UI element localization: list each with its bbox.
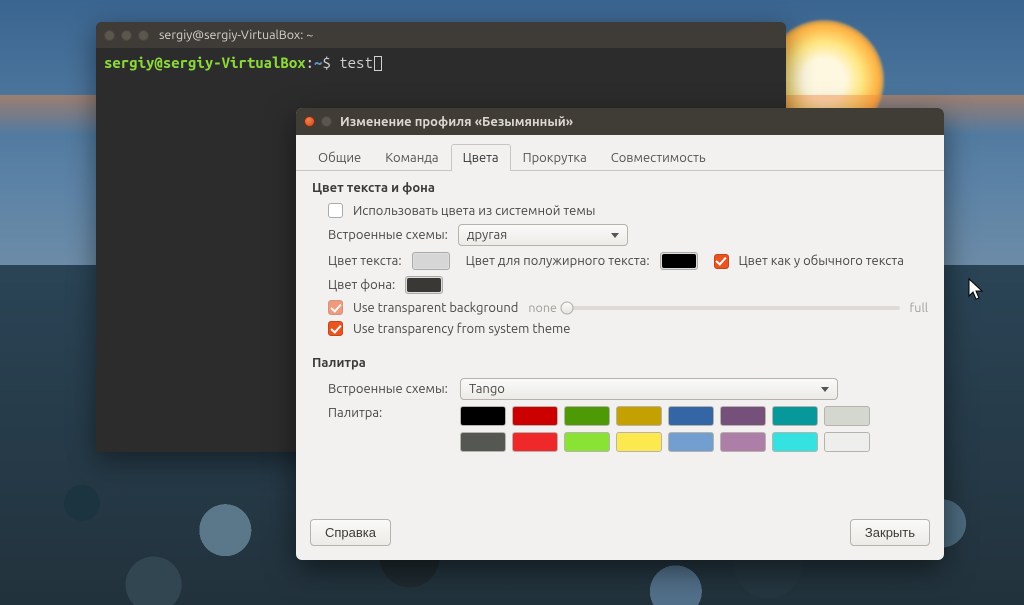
palette-schemes-label: Встроенные схемы: (328, 382, 450, 396)
tab-scrolling[interactable]: Прокрутка (511, 144, 599, 171)
prompt-host: sergiy-VirtualBox (163, 54, 306, 71)
bold-color-swatch[interactable] (660, 252, 698, 270)
palette-color[interactable] (772, 406, 818, 426)
palette-color[interactable] (616, 432, 662, 452)
use-trans-bg-checkbox (328, 300, 343, 315)
help-button[interactable]: Справка (310, 519, 391, 546)
use-trans-system-checkbox[interactable] (328, 321, 343, 336)
cursor-pointer-icon (968, 278, 986, 302)
text-color-label: Цвет текста: (328, 254, 402, 268)
text-bg-section: Цвет текста и фона Использовать цвета из… (296, 171, 944, 346)
palette-schemes-dropdown[interactable]: Tango (460, 378, 838, 400)
prompt-at: @ (154, 54, 162, 71)
minimize-icon[interactable] (321, 116, 332, 127)
palette-color[interactable] (512, 432, 558, 452)
bold-color-value (662, 254, 696, 268)
bg-color-swatch[interactable] (405, 276, 443, 294)
text-color-value (414, 254, 448, 268)
palette-color[interactable] (668, 432, 714, 452)
palette-heading: Палитра (312, 356, 928, 370)
tab-command[interactable]: Команда (373, 144, 450, 171)
profile-dialog: Изменение профиля «Безымянный» Общие Ком… (296, 108, 944, 560)
close-icon[interactable] (104, 30, 115, 41)
palette-color[interactable] (564, 432, 610, 452)
close-button[interactable]: Закрыть (850, 519, 930, 546)
use-system-colors-label: Использовать цвета из системной темы (353, 204, 595, 218)
dialog-title: Изменение профиля «Безымянный» (340, 115, 573, 129)
dialog-titlebar[interactable]: Изменение профиля «Безымянный» (296, 108, 944, 135)
prompt-colon: : (306, 54, 314, 71)
terminal-cursor-icon (374, 56, 382, 71)
bg-color-label: Цвет фона: (328, 278, 395, 292)
transparency-slider (567, 306, 900, 310)
palette-color[interactable] (460, 406, 506, 426)
terminal-title: sergiy@sergiy-VirtualBox: ~ (159, 28, 313, 42)
palette-schemes-value: Tango (469, 382, 505, 396)
terminal-command: test (339, 54, 373, 71)
terminal-titlebar[interactable]: sergiy@sergiy-VirtualBox: ~ (96, 22, 786, 48)
maximize-icon[interactable] (138, 30, 149, 41)
close-icon[interactable] (304, 116, 315, 127)
use-trans-bg-label: Use transparent background (353, 301, 518, 315)
builtin-schemes-label: Встроенные схемы: (328, 228, 448, 242)
prompt-user: sergiy (104, 54, 154, 71)
minimize-icon[interactable] (121, 30, 132, 41)
dialog-footer: Справка Закрыть (296, 509, 944, 560)
chevron-down-icon (821, 387, 829, 392)
tab-compat[interactable]: Совместимость (599, 144, 718, 171)
palette-color[interactable] (824, 406, 870, 426)
prompt-symbol: $ (322, 54, 330, 71)
tab-bar: Общие Команда Цвета Прокрутка Совместимо… (296, 135, 944, 171)
slider-handle-icon (560, 301, 573, 314)
use-system-colors-checkbox[interactable] (328, 203, 343, 218)
bold-same-checkbox[interactable] (714, 254, 729, 269)
palette-color[interactable] (564, 406, 610, 426)
tab-colors[interactable]: Цвета (451, 144, 511, 171)
palette-color[interactable] (772, 432, 818, 452)
palette-color[interactable] (824, 432, 870, 452)
bold-same-label: Цвет как у обычного текста (739, 254, 904, 268)
use-trans-system-label: Use transparency from system theme (353, 322, 570, 336)
palette-color[interactable] (616, 406, 662, 426)
palette-color[interactable] (512, 406, 558, 426)
trans-full-label: full (910, 301, 928, 315)
palette-label: Палитра: (328, 406, 450, 420)
palette-color[interactable] (720, 432, 766, 452)
text-bg-heading: Цвет текста и фона (312, 181, 928, 195)
bg-color-value (407, 278, 441, 292)
bold-color-label: Цвет для полужирного текста: (466, 254, 650, 268)
palette-section: Палитра Встроенные схемы: Tango Палитра: (296, 346, 944, 462)
text-color-swatch[interactable] (412, 252, 450, 270)
chevron-down-icon (611, 233, 619, 238)
palette-grid (460, 406, 870, 452)
builtin-schemes-value: другая (467, 228, 507, 242)
palette-color[interactable] (460, 432, 506, 452)
builtin-schemes-dropdown[interactable]: другая (458, 224, 628, 246)
palette-color[interactable] (720, 406, 766, 426)
palette-color[interactable] (668, 406, 714, 426)
tab-general[interactable]: Общие (306, 144, 373, 171)
trans-none-label: none (528, 301, 557, 315)
